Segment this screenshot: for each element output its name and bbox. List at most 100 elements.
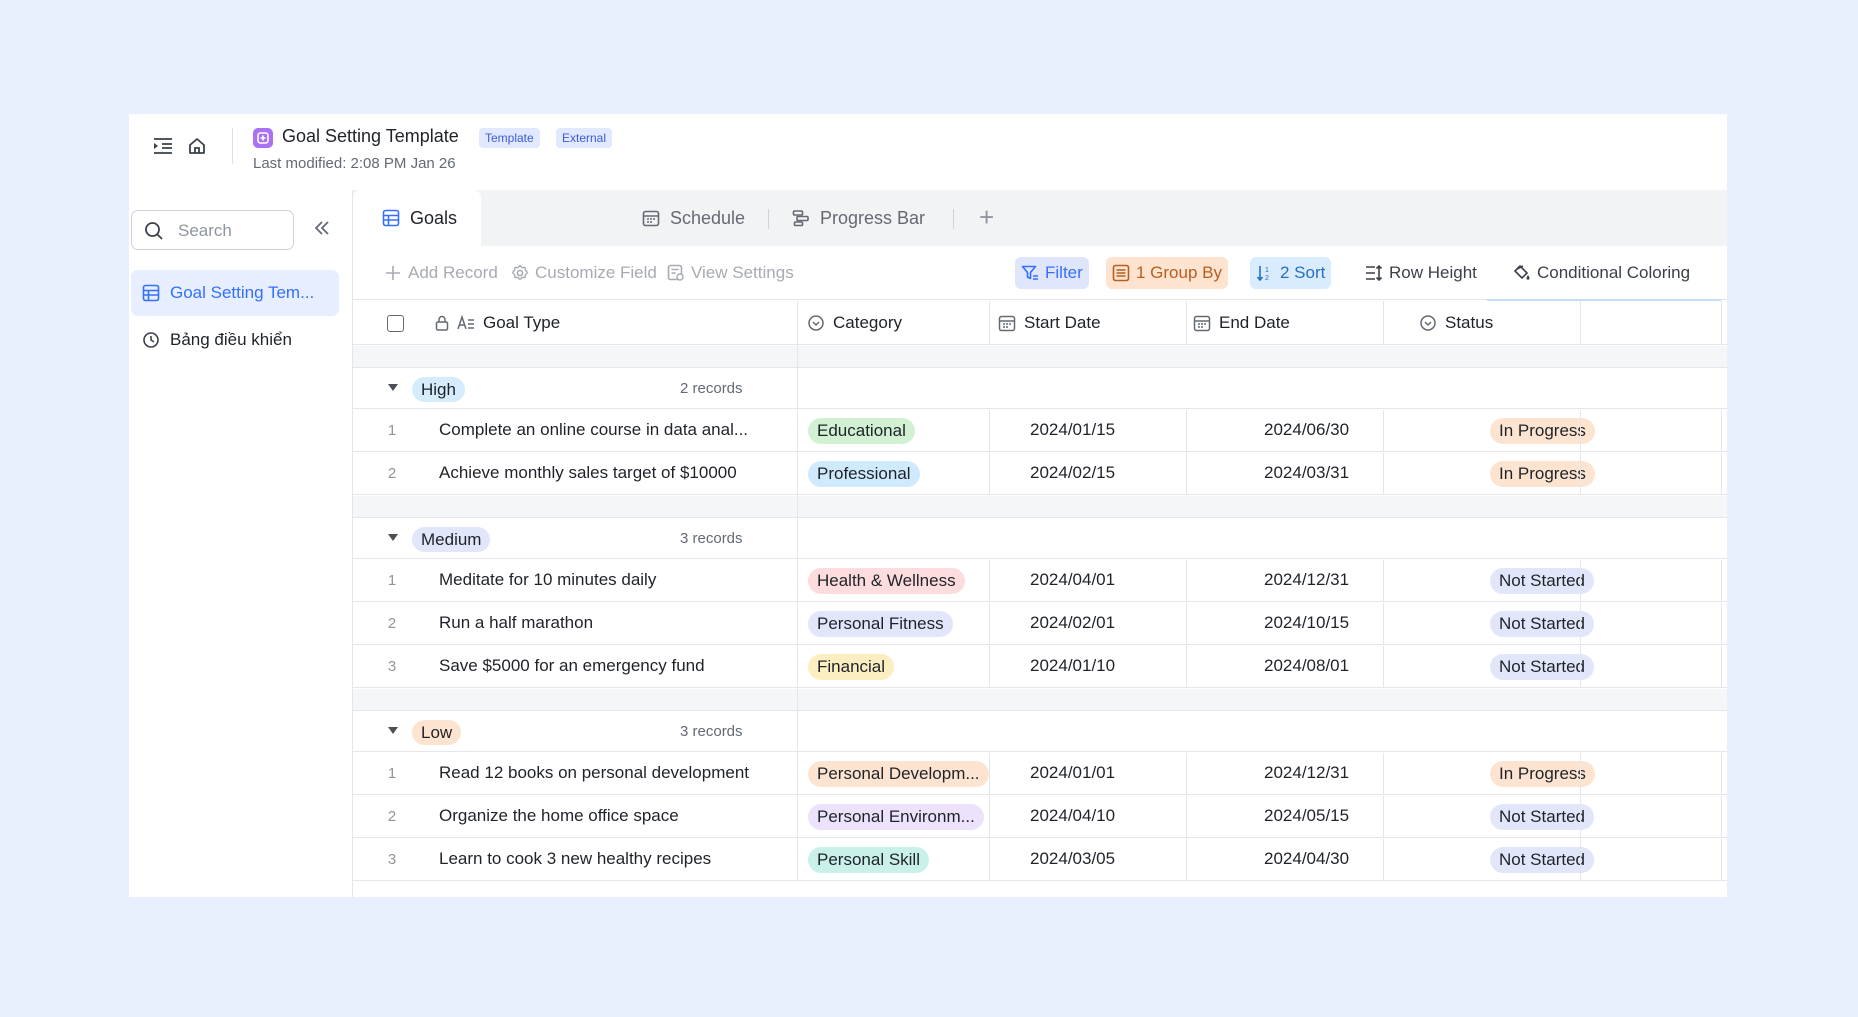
row-height-button[interactable]: Row Height [1359,257,1483,289]
status-tag[interactable]: Not Started [1490,611,1594,637]
column-header-end-date[interactable]: End Date [1193,301,1290,345]
cell-divider [1721,796,1722,838]
cell-divider [1383,603,1384,645]
column-divider [989,301,990,345]
group-tag: Medium [412,527,491,552]
category-tag[interactable]: Personal Environm... [808,804,984,830]
cell-divider [1580,453,1581,495]
expand-sidebar-icon[interactable] [149,132,177,160]
status-tag[interactable]: Not Started [1490,654,1594,680]
conditional-coloring-button[interactable]: Conditional Coloring [1507,257,1696,289]
goal-type-cell[interactable]: Run a half marathon [439,613,593,633]
row-number: 1 [387,422,397,439]
collapse-sidebar-icon[interactable] [312,218,336,242]
goal-type-cell[interactable]: Save $5000 for an emergency fund [439,656,705,676]
plus-icon [384,264,402,282]
column-header-goal-type[interactable]: Goal Type [433,301,560,345]
customize-field-button[interactable]: Customize Field [505,257,663,289]
base-logo-icon [253,128,273,148]
category-tag[interactable]: Financial [808,654,895,680]
goal-type-cell[interactable]: Read 12 books on personal development [439,763,749,783]
start-date-cell[interactable]: 2024/01/15 [1030,420,1115,440]
table-row[interactable]: 2 Organize the home office space Persona… [353,796,1727,838]
sidebar: Search Goal Setting Tem... Bảng điều khi… [129,190,353,897]
tab-goals[interactable]: Goals [353,190,482,246]
view-settings-button[interactable]: View Settings [661,257,800,289]
group-header-high[interactable]: High 2 records [353,369,1727,409]
category-tag[interactable]: Professional [808,461,920,487]
group-header-medium[interactable]: Medium 3 records [353,519,1727,559]
tab-progress-bar[interactable]: Progress Bar [791,190,925,246]
category-tag[interactable]: Personal Skill [808,847,929,873]
start-date-cell[interactable]: 2024/04/01 [1030,570,1115,590]
row-number: 2 [387,465,397,482]
table-row[interactable]: 3 Save $5000 for an emergency fund Finan… [353,646,1727,688]
end-date-cell[interactable]: 2024/05/15 [1264,806,1349,826]
column-label: Goal Type [483,313,561,332]
goal-type-cell[interactable]: Meditate for 10 minutes daily [439,570,656,590]
end-date-cell[interactable]: 2024/06/30 [1264,420,1349,440]
status-tag[interactable]: Not Started [1490,847,1594,873]
column-divider [1383,301,1384,345]
sort-button[interactable]: 12 2 Sort [1250,257,1332,289]
cell-divider [1383,646,1384,688]
goal-type-cell[interactable]: Organize the home office space [439,806,679,826]
start-date-cell[interactable]: 2024/02/15 [1030,463,1115,483]
table-row[interactable]: 3 Learn to cook 3 new healthy recipes Pe… [353,839,1727,881]
group-by-label: 1 Group By [1136,263,1222,282]
end-date-cell[interactable]: 2024/12/31 [1264,763,1349,783]
cell-divider [1383,839,1384,881]
tab-schedule[interactable]: Schedule [641,190,745,246]
start-date-cell[interactable]: 2024/02/01 [1030,613,1115,633]
table-row[interactable]: 2 Achieve monthly sales target of $10000… [353,453,1727,495]
home-icon[interactable] [183,132,211,160]
status-tag[interactable]: Not Started [1490,804,1594,830]
category-tag[interactable]: Personal Developm... [808,761,989,787]
cell-divider [1383,796,1384,838]
single-select-icon [807,314,825,332]
end-date-cell[interactable]: 2024/04/30 [1264,849,1349,869]
add-view-icon[interactable]: + [979,204,994,230]
sidebar-item-dashboard[interactable]: Bảng điều khiển [131,317,339,363]
doc-title[interactable]: Goal Setting Template [282,126,459,147]
end-date-cell[interactable]: 2024/12/31 [1264,570,1349,590]
goal-type-cell[interactable]: Complete an online course in data anal..… [439,420,748,440]
start-date-cell[interactable]: 2024/03/05 [1030,849,1115,869]
group-spacer [353,346,1727,368]
filter-button[interactable]: Filter [1015,257,1089,289]
collapse-caret-icon[interactable] [388,727,398,734]
end-date-cell[interactable]: 2024/08/01 [1264,656,1349,676]
group-header-low[interactable]: Low 3 records [353,712,1727,752]
column-header-status[interactable]: Status [1419,301,1493,345]
cell-divider [1721,753,1722,795]
cell-divider [1721,603,1722,645]
external-badge: External [556,128,613,148]
column-divider [1186,301,1187,345]
add-record-button[interactable]: Add Record [378,257,504,289]
start-date-cell[interactable]: 2024/04/10 [1030,806,1115,826]
search-input[interactable]: Search [131,210,294,250]
goal-type-cell[interactable]: Achieve monthly sales target of $10000 [439,463,737,483]
table-row[interactable]: 2 Run a half marathon Personal Fitness 2… [353,603,1727,645]
column-divider [1721,301,1722,345]
column-header-start-date[interactable]: Start Date [998,301,1101,345]
table-row[interactable]: 1 Meditate for 10 minutes daily Health &… [353,560,1727,602]
collapse-caret-icon[interactable] [388,534,398,541]
category-tag[interactable]: Educational [808,418,915,444]
category-tag[interactable]: Health & Wellness [808,568,965,594]
end-date-cell[interactable]: 2024/03/31 [1264,463,1349,483]
category-tag[interactable]: Personal Fitness [808,611,953,637]
start-date-cell[interactable]: 2024/01/10 [1030,656,1115,676]
table-row[interactable]: 1 Complete an online course in data anal… [353,410,1727,452]
end-date-cell[interactable]: 2024/10/15 [1264,613,1349,633]
goal-type-cell[interactable]: Learn to cook 3 new healthy recipes [439,849,711,869]
start-date-cell[interactable]: 2024/01/01 [1030,763,1115,783]
status-tag[interactable]: Not Started [1490,568,1594,594]
column-header-category[interactable]: Category [807,301,902,345]
select-all-checkbox[interactable] [387,315,404,332]
group-by-button[interactable]: 1 Group By [1106,257,1228,289]
collapse-caret-icon[interactable] [388,384,398,391]
search-placeholder: Search [178,221,232,240]
sidebar-item-goal-setting[interactable]: Goal Setting Tem... [131,270,339,316]
table-row[interactable]: 1 Read 12 books on personal development … [353,753,1727,795]
